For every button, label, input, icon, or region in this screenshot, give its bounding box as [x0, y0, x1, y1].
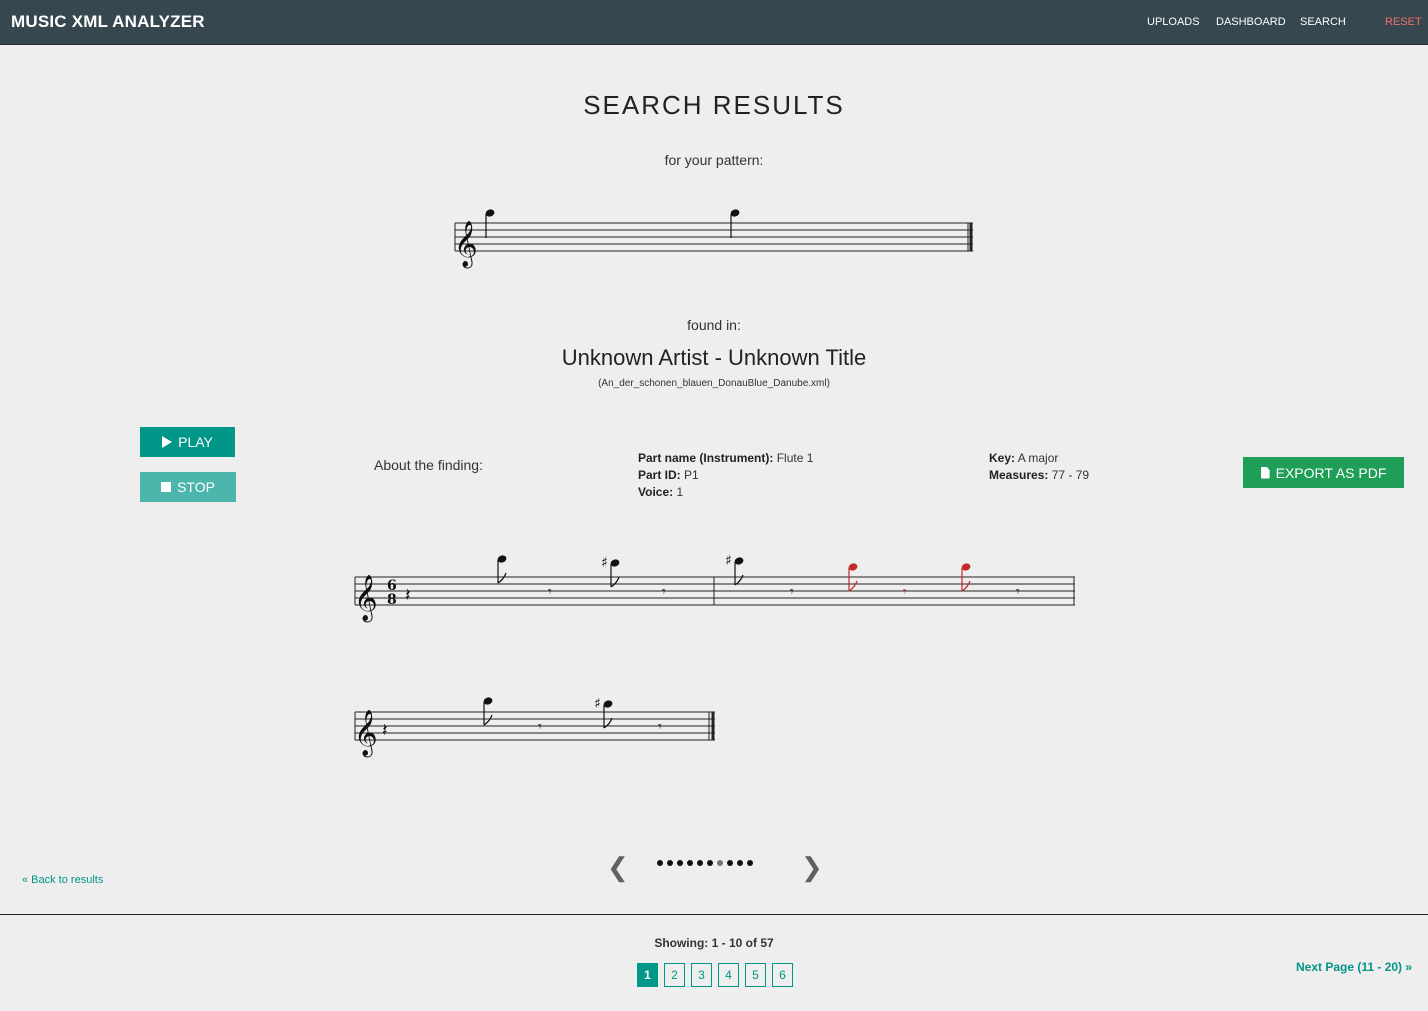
part-id-label: Part ID:	[638, 468, 681, 482]
voice-value: 1	[676, 485, 684, 499]
carousel-dot[interactable]	[727, 860, 733, 866]
chevron-right-icon[interactable]: ❯	[801, 854, 823, 880]
next-page-link[interactable]: Next Page (11 - 20) »	[1296, 960, 1412, 974]
part-name-value: Flute 1	[776, 451, 814, 465]
note	[483, 697, 493, 726]
note	[603, 700, 613, 729]
export-pdf-button[interactable]: EXPORT AS PDF	[1243, 457, 1404, 488]
measures-value: 77 - 79	[1051, 468, 1090, 482]
pagination: 123456	[637, 963, 793, 987]
pattern-staff	[454, 222, 973, 252]
treble-clef-icon: 𝄞	[354, 575, 378, 623]
carousel-dot[interactable]	[707, 860, 713, 866]
result-staff-1	[354, 576, 1075, 606]
part-info: Part name (Instrument): Flute 1 Part ID:…	[638, 450, 813, 501]
play-label: PLAY	[178, 434, 213, 450]
part-name-row: Part name (Instrument): Flute 1	[638, 450, 813, 467]
page-button-6[interactable]: 6	[772, 963, 793, 987]
eighth-rest-icon: 𝄾	[548, 584, 552, 600]
nav-search[interactable]: SEARCH	[1300, 16, 1346, 28]
eighth-rest-icon: 𝄾	[662, 584, 666, 600]
note	[497, 555, 507, 584]
file-name: (An_der_schonen_blauen_DonauBlue_Danube.…	[598, 378, 830, 389]
eighth-rest-icon: 𝄾	[538, 719, 542, 735]
voice-label: Voice:	[638, 485, 674, 499]
result-staff-2	[354, 711, 715, 741]
note	[610, 559, 620, 588]
footer-divider	[0, 914, 1428, 915]
highlighted-eighth-rest-icon: 𝄾	[903, 584, 907, 600]
nav-dashboard[interactable]: DASHBOARD	[1216, 16, 1286, 28]
page-button-2[interactable]: 2	[664, 963, 685, 987]
nav-uploads[interactable]: UPLOADS	[1147, 16, 1200, 28]
top-navbar: MUSIC XML ANALYZER UPLOADS DASHBOARD SEA…	[0, 0, 1428, 45]
highlighted-note	[961, 563, 971, 592]
play-icon	[162, 436, 173, 448]
carousel-dot[interactable]	[747, 860, 753, 866]
eighth-rest-icon: 𝄾	[1016, 584, 1020, 600]
sharp-icon: ♯	[725, 553, 732, 569]
stop-button[interactable]: STOP	[140, 472, 236, 502]
part-id-row: Part ID: P1	[638, 467, 813, 484]
file-icon	[1260, 466, 1270, 479]
pattern-label: for your pattern:	[664, 152, 764, 168]
key-value: A major	[1017, 451, 1059, 465]
part-id-value: P1	[684, 468, 699, 482]
pattern-note	[485, 209, 495, 238]
quarter-rest-icon: 𝄽	[405, 585, 411, 606]
page-button-1[interactable]: 1	[637, 963, 658, 987]
stop-icon	[161, 482, 172, 492]
time-signature-bottom: 8	[387, 592, 397, 608]
nav-reset[interactable]: RESET	[1385, 16, 1422, 28]
carousel-dots	[657, 860, 753, 870]
song-title: Unknown Artist - Unknown Title	[561, 345, 867, 370]
sharp-icon: ♯	[594, 696, 601, 712]
measures-label: Measures:	[989, 468, 1049, 482]
treble-clef-icon: 𝄞	[354, 710, 378, 758]
export-pdf-label: EXPORT AS PDF	[1275, 464, 1387, 481]
stop-label: STOP	[177, 479, 215, 495]
time-signature-top: 6	[387, 578, 397, 594]
page-title: SEARCH RESULTS	[583, 90, 845, 120]
highlighted-note	[848, 563, 858, 592]
about-label: About the finding:	[374, 457, 483, 473]
carousel-dot[interactable]	[717, 860, 723, 866]
sharp-icon: ♯	[601, 555, 608, 571]
part-name-label: Part name (Instrument):	[638, 451, 774, 465]
carousel-dot[interactable]	[687, 860, 693, 866]
carousel-dot[interactable]	[657, 860, 663, 866]
page-button-4[interactable]: 4	[718, 963, 739, 987]
pattern-note	[730, 209, 740, 238]
key-info: Key: A major Measures: 77 - 79	[989, 450, 1089, 484]
note	[734, 557, 744, 586]
play-button[interactable]: PLAY	[140, 427, 235, 457]
voice-row: Voice: 1	[638, 484, 813, 501]
treble-clef-icon: 𝄞	[454, 221, 478, 269]
back-to-results-link[interactable]: « Back to results	[22, 874, 103, 886]
key-row: Key: A major	[989, 450, 1089, 467]
app-brand[interactable]: MUSIC XML ANALYZER	[11, 12, 205, 32]
carousel-dot[interactable]	[667, 860, 673, 866]
chevron-left-icon[interactable]: ❮	[607, 854, 629, 880]
carousel-dot[interactable]	[677, 860, 683, 866]
page-button-3[interactable]: 3	[691, 963, 712, 987]
page-button-5[interactable]: 5	[745, 963, 766, 987]
quarter-rest-icon: 𝄽	[382, 720, 388, 741]
showing-count: Showing: 1 - 10 of 57	[654, 936, 774, 950]
carousel-dot[interactable]	[737, 860, 743, 866]
eighth-rest-icon: 𝄾	[658, 719, 662, 735]
measures-row: Measures: 77 - 79	[989, 467, 1089, 484]
key-label: Key:	[989, 451, 1016, 465]
found-in-label: found in:	[687, 317, 741, 333]
eighth-rest-icon: 𝄾	[790, 584, 794, 600]
carousel-dot[interactable]	[697, 860, 703, 866]
